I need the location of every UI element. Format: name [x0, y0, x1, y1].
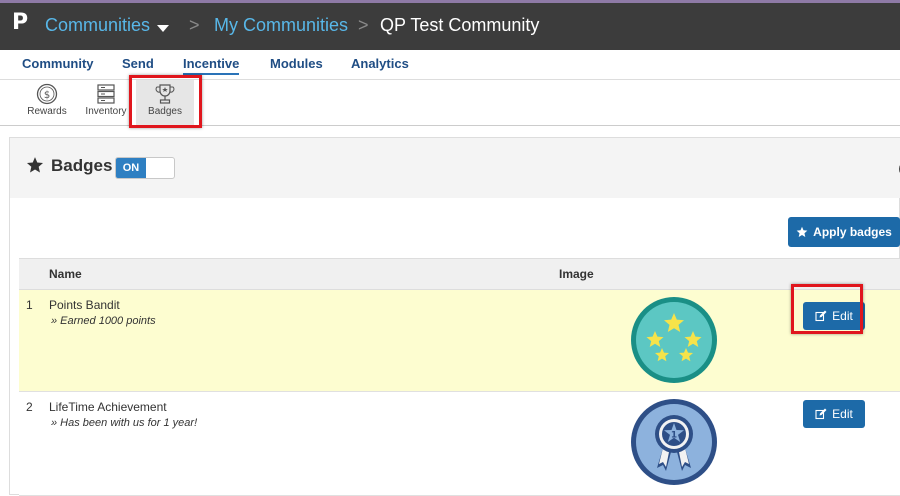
annotation-highlight-badges: [129, 75, 202, 128]
svg-text:$: $: [44, 90, 50, 101]
tab-community[interactable]: Community: [22, 56, 94, 71]
tab-modules[interactable]: Modules: [270, 56, 323, 71]
star-icon: [26, 157, 44, 173]
breadcrumb-current: QP Test Community: [380, 15, 540, 35]
edit-button[interactable]: Edit: [803, 400, 865, 428]
breadcrumb-my-communities[interactable]: My Communities: [214, 15, 348, 36]
ribbon-badge-image: 1: [631, 399, 717, 485]
row-index: 2: [26, 400, 33, 414]
column-header-image: Image: [559, 267, 594, 281]
inventory-icon: [97, 84, 115, 104]
chevron-down-icon[interactable]: [157, 25, 169, 32]
stars-badge-image: [631, 297, 717, 383]
breadcrumb-separator: >: [358, 15, 369, 35]
edit-icon: [815, 408, 827, 420]
badge-name: Points Bandit: [49, 298, 120, 312]
badge-description: » Earned 1000 points: [51, 315, 156, 327]
table-row: 1 Points Bandit » Earned 1000 points Edi…: [19, 290, 900, 392]
annotation-highlight-edit: [791, 284, 863, 334]
table-header: Name Image: [19, 258, 900, 290]
star-icon: [796, 226, 808, 237]
badges-panel: Badges ON Apply badges Name Image 1 Poin…: [9, 137, 900, 496]
top-bar: P Communities > My Communities > QP Test…: [0, 0, 900, 50]
dollar-coin-icon: $: [36, 83, 58, 105]
panel-header: Badges ON: [10, 138, 900, 198]
tab-analytics[interactable]: Analytics: [351, 56, 409, 71]
app-logo[interactable]: P: [12, 10, 28, 35]
breadcrumb-communities[interactable]: Communities: [45, 15, 150, 36]
column-header-name: Name: [49, 267, 82, 281]
breadcrumb-separator: >: [189, 15, 200, 35]
panel-title: Badges: [51, 156, 113, 175]
subnav-rewards-label: Rewards: [27, 106, 67, 117]
subnav-inventory[interactable]: Inventory: [82, 80, 130, 126]
apply-badges-button[interactable]: Apply badges: [788, 217, 900, 247]
badge-description: » Has been with us for 1 year!: [51, 417, 198, 429]
table-row: 2 LifeTime Achievement » Has been with u…: [19, 392, 900, 496]
toggle-on-label: ON: [116, 158, 146, 178]
badge-name: LifeTime Achievement: [49, 400, 167, 414]
tab-incentive[interactable]: Incentive: [183, 56, 240, 75]
svg-text:1: 1: [671, 431, 677, 441]
apply-badges-label: Apply badges: [813, 225, 892, 239]
tab-send[interactable]: Send: [122, 56, 154, 71]
edit-label: Edit: [832, 407, 853, 421]
badges-toggle[interactable]: ON: [115, 157, 175, 179]
subnav-rewards[interactable]: $ Rewards: [22, 80, 72, 126]
subnav-inventory-label: Inventory: [85, 106, 127, 117]
row-index: 1: [26, 298, 33, 312]
